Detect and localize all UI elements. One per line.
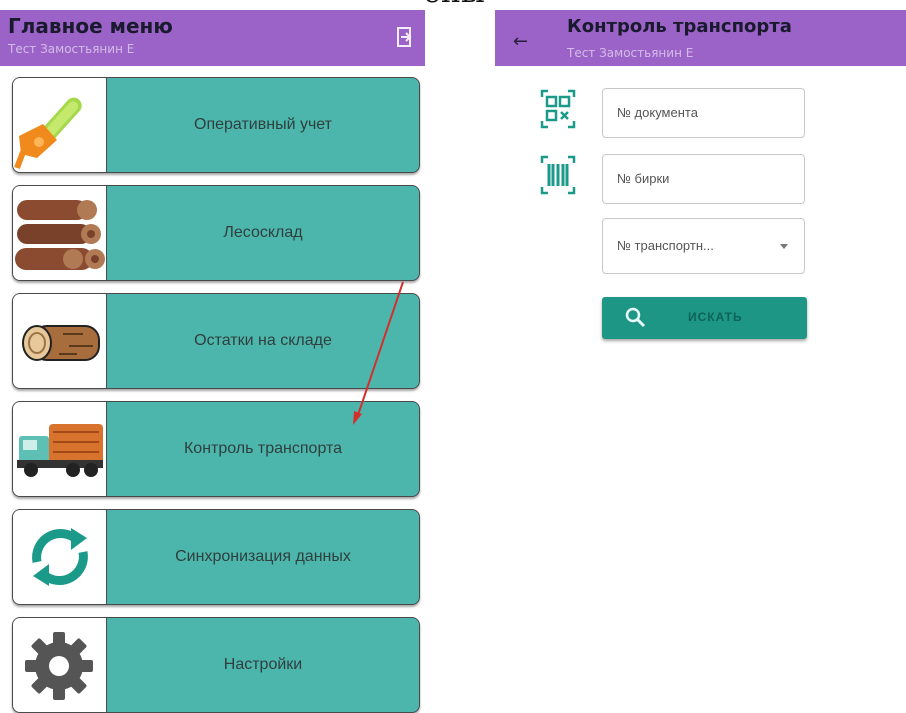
menu-item-stock-balance[interactable]: Остатки на складе bbox=[12, 293, 420, 389]
menu-item-transport-control[interactable]: Контроль транспорта bbox=[12, 401, 420, 497]
page-title: Главное меню bbox=[8, 14, 173, 38]
transport-control-screen: ← Контроль транспорта Тест Замостьянин Е… bbox=[495, 0, 906, 708]
menu-item-label: Оперативный учет bbox=[194, 116, 332, 133]
main-menu-screen: Главное меню Тест Замостьянин Е Оператив… bbox=[0, 0, 425, 713]
document-number-input[interactable] bbox=[603, 89, 797, 135]
menu-item-label: Лесосклад bbox=[223, 224, 303, 241]
tag-number-field[interactable] bbox=[602, 154, 805, 204]
search-button[interactable]: ИСКАТЬ bbox=[602, 297, 807, 339]
log-icon bbox=[22, 325, 100, 361]
menu-item-label: Синхронизация данных bbox=[175, 548, 351, 565]
pic-frame bbox=[13, 186, 107, 280]
transport-number-value: № транспортн... bbox=[617, 238, 714, 253]
menu-item-operational-accounting[interactable]: Оперативный учет bbox=[12, 77, 420, 173]
user-subtitle: Тест Замостьянин Е bbox=[567, 46, 694, 60]
transport-appbar: ← Контроль транспорта Тест Замостьянин Е bbox=[495, 10, 906, 66]
main-menu-appbar: Главное меню Тест Замостьянин Е bbox=[0, 10, 425, 66]
pic-frame bbox=[13, 618, 107, 712]
search-button-label: ИСКАТЬ bbox=[688, 310, 743, 324]
log-pile-icon bbox=[15, 200, 105, 270]
barcode-scan-icon[interactable] bbox=[540, 155, 576, 195]
menu-item-data-sync[interactable]: Синхронизация данных bbox=[12, 509, 420, 605]
pic-frame bbox=[13, 78, 107, 172]
tag-number-input[interactable] bbox=[603, 155, 797, 201]
menu-item-label: Остатки на складе bbox=[194, 332, 332, 349]
sync-icon bbox=[32, 528, 88, 586]
menu-item-settings[interactable]: Настройки bbox=[12, 617, 420, 713]
pic-frame bbox=[13, 294, 107, 388]
pic-frame bbox=[13, 402, 107, 496]
menu-item-label: Контроль транспорта bbox=[183, 440, 343, 457]
transport-number-select[interactable]: № транспортн... bbox=[602, 218, 805, 274]
gear-icon bbox=[25, 632, 93, 700]
back-arrow-icon[interactable]: ← bbox=[513, 31, 528, 52]
logout-icon[interactable] bbox=[395, 26, 413, 48]
document-number-field[interactable] bbox=[602, 88, 805, 138]
timber-truck-icon bbox=[17, 424, 103, 477]
search-icon bbox=[625, 307, 646, 328]
menu-item-label: Настройки bbox=[223, 656, 303, 673]
chainsaw-icon bbox=[14, 97, 82, 170]
user-subtitle: Тест Замостьянин Е bbox=[8, 42, 135, 56]
menu-item-timber-yard[interactable]: Лесосклад bbox=[12, 185, 420, 281]
pic-frame bbox=[13, 510, 107, 604]
chevron-down-icon bbox=[780, 244, 788, 249]
qr-scan-icon[interactable] bbox=[540, 89, 576, 129]
page-title: Контроль транспорта bbox=[567, 16, 792, 37]
